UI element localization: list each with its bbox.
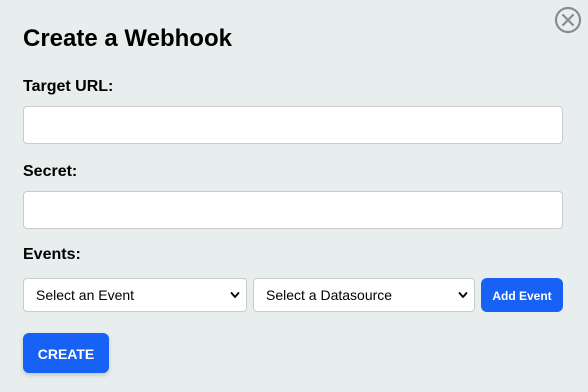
create-webhook-dialog: Create a Webhook Target URL: Secret: Eve… — [0, 0, 588, 392]
datasource-select-value: Select a Datasource — [266, 287, 393, 303]
target-url-input[interactable] — [23, 106, 563, 144]
close-circle-icon — [554, 6, 582, 34]
event-select[interactable]: Select an Event — [23, 278, 247, 312]
dialog-title: Create a Webhook — [23, 25, 232, 52]
secret-label: Secret: — [23, 163, 78, 180]
secret-input[interactable] — [23, 191, 563, 229]
events-label: Events: — [23, 246, 81, 263]
chevron-down-icon — [230, 290, 240, 300]
create-button[interactable]: CREATE — [23, 333, 109, 373]
target-url-label: Target URL: — [23, 78, 114, 95]
close-button[interactable] — [554, 6, 582, 34]
chevron-down-icon — [458, 290, 468, 300]
event-select-value: Select an Event — [36, 287, 135, 303]
add-event-button[interactable]: Add Event — [481, 278, 563, 312]
datasource-select[interactable]: Select a Datasource — [253, 278, 475, 312]
